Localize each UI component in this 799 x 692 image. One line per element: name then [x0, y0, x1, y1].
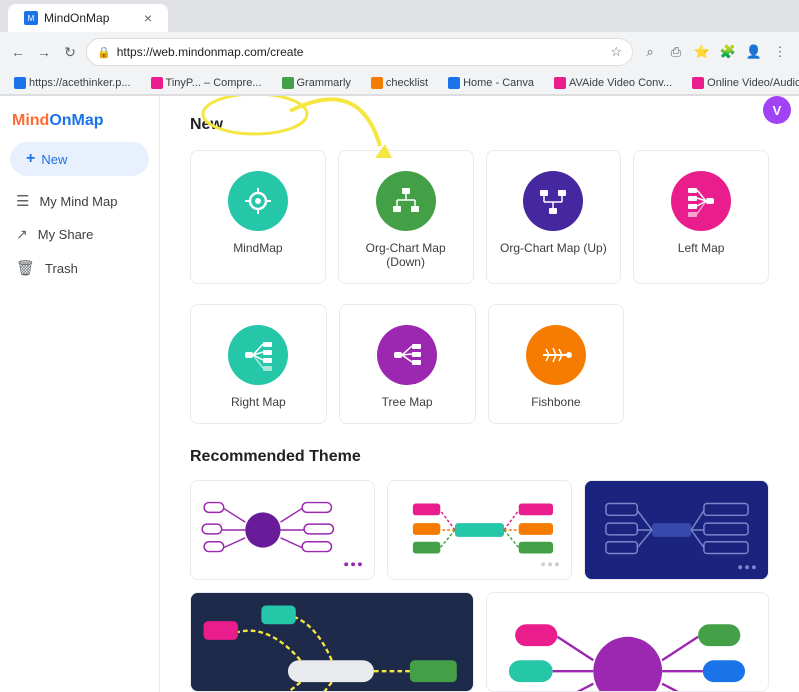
sidebar-item-mymindmap[interactable]: ☰ My Mind Map	[0, 184, 151, 218]
mindmap-label: MindMap	[233, 241, 282, 255]
app-logo: MindOnMap	[0, 104, 159, 142]
rightmap-icon-circle	[228, 325, 288, 385]
main-content: V New	[160, 96, 799, 692]
theme-card-5[interactable]	[486, 592, 770, 692]
sidebar: MindOnMap + New ☰ My Mind Map ↗ My Share…	[0, 96, 160, 692]
orgdown-icon-circle	[376, 171, 436, 231]
back-button[interactable]: ←	[8, 42, 28, 62]
bookmark-acethinker[interactable]: https://acethinker.p...	[8, 75, 137, 91]
tab-favicon: M	[24, 11, 38, 25]
app-container: MindOnMap + New ☰ My Mind Map ↗ My Share…	[0, 96, 799, 692]
bookmark-favicon	[692, 77, 704, 89]
treemap-label: Tree Map	[382, 395, 433, 409]
share-icon[interactable]: ⎙	[665, 41, 687, 63]
bookmark-star-icon[interactable]: ☆	[610, 44, 622, 60]
new-button-label: New	[41, 152, 67, 167]
bookmark-avaide[interactable]: AVAide Video Conv...	[548, 75, 678, 91]
bookmark-canva[interactable]: Home - Canva	[442, 75, 540, 91]
tab-close-btn[interactable]: ×	[144, 10, 152, 26]
tab-title: MindOnMap	[44, 11, 109, 25]
bookmark-icon[interactable]: ⭐	[691, 41, 713, 63]
leftmap-icon-circle	[671, 171, 731, 231]
bookmark-favicon	[554, 77, 566, 89]
sidebar-item-myshare-label: My Share	[38, 227, 94, 242]
bookmark-favicon	[282, 77, 294, 89]
map-type-grid-row2: Right Map Tree Map	[190, 304, 624, 424]
bookmark-grammarly[interactable]: Grammarly	[276, 75, 357, 91]
profile-icon[interactable]: 👤	[743, 41, 765, 63]
lock-icon: 🔒	[97, 46, 111, 59]
orgdown-label: Org-Chart Map (Down)	[349, 241, 463, 269]
sidebar-item-myshare[interactable]: ↗ My Share	[0, 218, 151, 251]
address-bar[interactable]: 🔒 https://web.mindonmap.com/create ☆	[86, 38, 633, 66]
new-section-title: New	[190, 116, 769, 134]
map-type-grid-row1: MindMap Org-Chart Map (Down)	[190, 150, 769, 284]
bookmark-label: Home - Canva	[463, 77, 534, 89]
bookmarks-bar: https://acethinker.p... TinyP... – Compr…	[0, 72, 799, 95]
new-button[interactable]: + New	[10, 142, 149, 176]
bookmark-label: Online Video/Audio...	[707, 77, 799, 89]
bookmark-label: AVAide Video Conv...	[569, 77, 672, 89]
map-card-treemap[interactable]: Tree Map	[339, 304, 476, 424]
bookmark-label: Grammarly	[297, 77, 351, 89]
sidebar-item-trash-label: Trash	[45, 261, 78, 276]
treemap-icon-circle	[377, 325, 437, 385]
map-card-leftmap[interactable]: Left Map	[633, 150, 769, 284]
map-card-fishbone[interactable]: Fishbone	[488, 304, 625, 424]
active-tab[interactable]: M MindOnMap ×	[8, 4, 168, 32]
orgup-icon-circle	[523, 171, 583, 231]
logo-text: MindOnMap	[12, 112, 104, 130]
reload-button[interactable]: ↻	[60, 42, 80, 62]
fishbone-label: Fishbone	[531, 395, 580, 409]
extensions-icon[interactable]: 🧩	[717, 41, 739, 63]
bookmark-online-video[interactable]: Online Video/Audio...	[686, 75, 799, 91]
bookmark-favicon	[371, 77, 383, 89]
bookmark-label: TinyP... – Compre...	[166, 77, 262, 89]
theme-card-3[interactable]	[584, 480, 769, 580]
mindmap-icon-circle	[228, 171, 288, 231]
bookmark-label: checklist	[386, 77, 428, 89]
menu-icon[interactable]: ⋮	[769, 41, 791, 63]
trash-icon: 🗑	[16, 259, 35, 277]
theme-grid	[190, 480, 769, 580]
profile-area: V	[763, 96, 791, 124]
bookmark-favicon	[151, 77, 163, 89]
forward-button[interactable]: →	[34, 42, 54, 62]
theme-card-2[interactable]	[387, 480, 572, 580]
bookmark-checklist[interactable]: checklist	[365, 75, 434, 91]
map-card-rightmap[interactable]: Right Map	[190, 304, 327, 424]
orgup-label: Org-Chart Map (Up)	[500, 241, 607, 255]
sidebar-item-mymindmap-label: My Mind Map	[39, 194, 117, 209]
new-button-plus-icon: +	[26, 150, 35, 168]
bookmark-label: https://acethinker.p...	[29, 77, 131, 89]
theme-card-1[interactable]	[190, 480, 375, 580]
map-card-orgdown[interactable]: Org-Chart Map (Down)	[338, 150, 474, 284]
map-card-orgup[interactable]: Org-Chart Map (Up)	[486, 150, 622, 284]
myshare-icon: ↗	[16, 226, 28, 243]
user-avatar[interactable]: V	[763, 96, 791, 124]
theme-section-title: Recommended Theme	[190, 448, 769, 466]
theme-card-4[interactable]	[190, 592, 474, 692]
bookmark-tinyp[interactable]: TinyP... – Compre...	[145, 75, 268, 91]
mymindmap-icon: ☰	[16, 192, 29, 210]
url-text: https://web.mindonmap.com/create	[117, 45, 605, 59]
bookmark-favicon	[14, 77, 26, 89]
fishbone-icon-circle	[526, 325, 586, 385]
bookmark-favicon	[448, 77, 460, 89]
sidebar-item-trash[interactable]: 🗑 Trash	[0, 251, 151, 285]
map-card-mindmap[interactable]: MindMap	[190, 150, 326, 284]
rightmap-label: Right Map	[231, 395, 286, 409]
leftmap-label: Left Map	[678, 241, 725, 255]
theme-grid-row2	[190, 592, 769, 692]
search-icon[interactable]: ⌕	[639, 41, 661, 63]
